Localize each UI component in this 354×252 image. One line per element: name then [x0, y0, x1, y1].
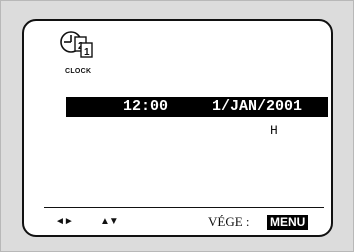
selection-cursor-indicator: H: [270, 123, 278, 138]
left-right-arrows-icon: ◄►: [55, 216, 74, 227]
clock-date-value[interactable]: 1/JAN/2001: [212, 98, 302, 115]
clock-icon: 2 1: [60, 31, 93, 58]
exit-label: VÉGE :: [208, 214, 250, 229]
display-frame: 2 1 CLOCK 12:00 1/JAN/2001 H ◄► ▲▼ VÉGE …: [0, 0, 354, 252]
svg-text:1: 1: [84, 47, 90, 58]
footer-divider: [44, 207, 324, 208]
clock-icon-label: CLOCK: [65, 68, 92, 75]
menu-button[interactable]: MENU: [267, 215, 309, 230]
clock-setting-bar[interactable]: 12:00 1/JAN/2001: [66, 97, 328, 117]
osd-screen: 2 1 CLOCK 12:00 1/JAN/2001 H ◄► ▲▼ VÉGE …: [22, 19, 333, 237]
clock-time-value[interactable]: 12:00: [123, 98, 168, 115]
up-down-arrows-icon: ▲▼: [100, 216, 119, 227]
